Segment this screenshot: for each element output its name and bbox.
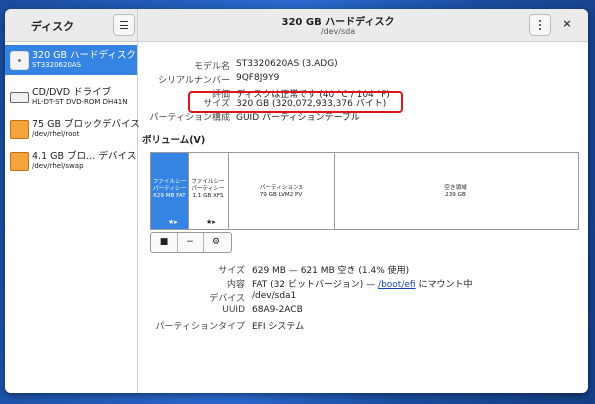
- hamburger-icon: [120, 21, 128, 23]
- drive-options-button[interactable]: [529, 14, 551, 36]
- hamburger-icon: [120, 28, 128, 30]
- device-sidebar: 320 GB ハードディスク ST3320620AS CD/DVD ドライブ H…: [5, 42, 140, 393]
- hard-disk-icon: [10, 51, 29, 70]
- sidebar-item-sublabel: HL-DT-ST DVD-ROM DH41N: [32, 98, 128, 106]
- volume-toolbar: ■ − ⚙: [150, 232, 232, 253]
- sidebar-item-hdd[interactable]: 320 GB ハードディスク ST3320620AS: [5, 45, 137, 75]
- partitioning-label: パーティション構成: [149, 113, 230, 123]
- segment-label: 1.1 GB XFS: [192, 193, 224, 199]
- hamburger-icon: [120, 24, 128, 26]
- size-value: 320 GB (320,072,933,376 バイト): [236, 99, 387, 109]
- content-prefix: FAT (32 ビットバージョン) —: [252, 280, 379, 290]
- optical-drive-icon: [10, 92, 29, 103]
- close-button[interactable]: ×: [560, 17, 574, 31]
- sidebar-item-label: CD/DVD ドライブ: [32, 87, 112, 98]
- sidebar-item-label: 4.1 GB ブロ… デバイス: [32, 151, 137, 162]
- sidebar-header: ディスク: [5, 9, 138, 41]
- sidebar-item-sublabel: /dev/rhel/swap: [32, 162, 84, 170]
- volume-bar: ファイルシー パーティシー 629 MB FAT ★▸ ファイルシー パーティシ…: [150, 152, 579, 230]
- segment-label: パーティシー: [152, 186, 187, 192]
- part-size-label: サイズ: [218, 266, 245, 276]
- partitioning-value: GUID パーティションテーブル: [236, 113, 360, 123]
- segment-label: パーティシー: [191, 186, 225, 192]
- sidebar-item-label: 320 GB ハードディスク: [32, 50, 136, 61]
- sidebar-item-label: 75 GB ブロックデバイス: [32, 119, 140, 130]
- disk-path: /dev/sda: [320, 27, 356, 36]
- disk-title: 320 GB ハードディスク: [281, 17, 395, 28]
- content-label: 内容: [226, 280, 245, 290]
- uuid-value: 68A9-2ACB: [252, 305, 303, 315]
- sidebar-item-sublabel: /dev/rhel/root: [32, 130, 80, 138]
- sidebar-item-root[interactable]: 75 GB ブロックデバイス /dev/rhel/root: [5, 114, 140, 144]
- segment-label: 空き領域: [444, 185, 467, 191]
- mount-point-link[interactable]: /boot/efi: [378, 280, 416, 290]
- block-device-icon: [10, 152, 29, 171]
- partition-segment[interactable]: ファイルシー パーティシー 1.1 GB XFS ★▸: [188, 153, 229, 229]
- segment-label: 239 GB: [445, 192, 466, 198]
- kebab-icon: [539, 24, 541, 26]
- device-value: /dev/sda1: [252, 291, 297, 301]
- partition-type-value: EFI システム: [252, 322, 305, 332]
- app-title: ディスク: [30, 20, 75, 33]
- model-label: モデル名: [193, 62, 230, 72]
- partition-type-label: パーティションタイプ: [155, 322, 245, 332]
- kebab-icon: [539, 28, 541, 30]
- serial-value: 9QF8J9Y9: [236, 73, 280, 83]
- segment-label: パーティション3: [259, 185, 303, 191]
- serial-label: シリアルナンバー: [158, 76, 230, 86]
- segment-label: ファイルシー: [191, 179, 225, 185]
- partition-segment[interactable]: ファイルシー パーティシー 629 MB FAT ★▸: [151, 153, 189, 229]
- content-suffix: にマウント中: [415, 280, 473, 290]
- star-icon: ★▸: [168, 218, 178, 226]
- kebab-icon: [539, 20, 541, 22]
- block-device-icon: [10, 120, 29, 139]
- sidebar-item-swap[interactable]: 4.1 GB ブロ… デバイス /dev/rhel/swap: [5, 146, 137, 176]
- menu-button[interactable]: [113, 14, 135, 36]
- unmount-button[interactable]: ■: [151, 233, 178, 252]
- model-value: ST3320620AS (3.ADG): [236, 59, 338, 69]
- device-label: デバイス: [209, 294, 245, 304]
- segment-label: ファイルシー: [152, 179, 187, 185]
- segment-label: 79 GB LVM2 PV: [259, 192, 303, 198]
- volumes-title: ボリューム(V): [142, 135, 206, 146]
- content-value: FAT (32 ビットバージョン) — /boot/efi にマウント中: [252, 277, 472, 290]
- sidebar-item-sublabel: ST3320620AS: [32, 61, 82, 69]
- header-bar: ディスク 320 GB ハードディスク /dev/sda ×: [5, 9, 588, 42]
- size-label: サイズ: [203, 99, 230, 109]
- part-size-value: 629 MB — 621 MB 空き (1.4% 使用): [252, 266, 410, 276]
- partition-options-button[interactable]: ⚙: [203, 233, 229, 252]
- uuid-label: UUID: [222, 305, 245, 315]
- free-space-segment[interactable]: 空き領域 239 GB: [334, 153, 577, 229]
- delete-partition-button[interactable]: −: [177, 233, 204, 252]
- segment-label: 629 MB FAT: [153, 193, 186, 199]
- star-icon: ★▸: [206, 218, 216, 226]
- sidebar-item-dvd[interactable]: CD/DVD ドライブ HL-DT-ST DVD-ROM DH41N: [5, 82, 137, 112]
- partition-segment[interactable]: パーティション3 79 GB LVM2 PV: [228, 153, 335, 229]
- disks-window: ディスク 320 GB ハードディスク /dev/sda × 320 GB ハー…: [5, 9, 588, 393]
